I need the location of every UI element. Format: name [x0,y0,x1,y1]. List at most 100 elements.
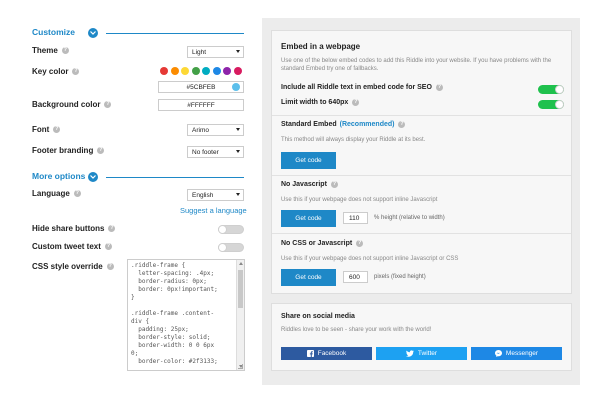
twitter-share-button[interactable]: Twitter [376,347,467,360]
help-icon[interactable]: ? [435,84,443,91]
font-select[interactable]: Arimo [187,124,244,136]
height-percent-input[interactable]: 110 [343,212,368,224]
background-color-label: Background color ? [32,100,112,109]
color-swatch[interactable] [212,67,221,75]
help-icon[interactable]: ? [97,147,105,154]
divider [272,175,571,176]
color-swatch[interactable] [170,67,179,75]
limit-width-label-text: Limit width to 640px [281,99,349,106]
scrollbar-thumb[interactable] [238,270,243,308]
toggle-knob [555,85,564,94]
chevron-down-icon[interactable] [88,172,98,182]
no-css-js-get-code-button[interactable]: Get code [281,269,336,286]
color-swatch[interactable] [191,67,200,75]
embed-title: Embed in a webpage [281,42,361,51]
resize-handle[interactable] [238,364,243,369]
font-label: Font ? [32,125,61,134]
help-icon[interactable]: ? [108,225,116,232]
standard-embed-label-text: Standard Embed [281,121,337,128]
color-swatch[interactable] [160,67,168,75]
custom-tweet-toggle[interactable] [218,243,244,252]
facebook-share-label: Facebook [317,350,347,357]
no-css-js-description: Use this if your webpage does not suppor… [281,256,459,262]
language-select[interactable]: English [187,189,244,201]
facebook-share-button[interactable]: Facebook [281,347,372,360]
limit-width-label: Limit width to 640px ? [281,99,360,106]
suggest-language-link[interactable]: Suggest a language [180,206,247,215]
scroll-up-icon[interactable] [239,262,243,265]
standard-embed-get-code-button[interactable]: Get code [281,152,336,169]
help-icon[interactable]: ? [106,263,114,270]
more-options-section-header[interactable]: More options [32,171,85,181]
language-select-value: English [192,191,214,199]
seo-toggle[interactable] [538,85,564,94]
color-swatch[interactable] [181,67,189,75]
recommended-badge: (Recommended) [339,121,395,128]
fixed-height-input[interactable]: 600 [343,271,368,283]
language-label: Language ? [32,189,81,198]
theme-select-value: Light [192,48,207,56]
background-color-input[interactable]: #FFFFFF [158,99,244,111]
dropdown-arrow-icon [236,150,240,153]
no-javascript-label: No Javascript ? [281,181,338,188]
no-css-js-label-text: No CSS or Javascript [281,240,353,247]
css-override-textarea[interactable]: .riddle-frame { letter-spacing: .4px; bo… [127,259,245,371]
help-icon[interactable]: ? [61,47,69,54]
help-icon[interactable]: ? [352,99,360,106]
help-icon[interactable]: ? [53,126,61,133]
color-swatch[interactable] [223,67,231,75]
toggle-knob [218,225,227,234]
background-color-label-text: Background color [32,100,101,109]
customize-section-header[interactable]: Customize [32,27,75,37]
embed-description: Use one of the below embed codes to add … [281,58,552,72]
divider [272,233,571,234]
color-swatch[interactable] [233,67,242,75]
key-color-label-text: Key color [32,67,69,76]
scrollbar[interactable] [236,260,244,370]
no-javascript-label-text: No Javascript [281,181,327,188]
standard-embed-label: Standard Embed (Recommended) ? [281,121,406,128]
limit-width-toggle[interactable] [538,100,564,109]
seo-option-label: Include all Riddle text in embed code fo… [281,84,443,91]
font-label-text: Font [32,125,50,134]
help-icon[interactable]: ? [72,68,80,75]
key-color-label: Key color ? [32,67,80,76]
no-javascript-description: Use this if your webpage does not suppor… [281,197,438,203]
hide-share-buttons-label: Hide share buttons ? [32,224,116,233]
divider [106,33,244,34]
help-icon[interactable]: ? [356,240,364,247]
custom-tweet-label: Custom tweet text ? [32,242,112,251]
help-icon[interactable]: ? [330,181,338,188]
footer-branding-select[interactable]: No footer [187,146,244,158]
fixed-height-suffix: pixels (fixed height) [374,274,426,280]
custom-tweet-label-text: Custom tweet text [32,242,101,251]
help-icon[interactable]: ? [104,243,112,250]
key-color-value: #5CBFEB [186,83,216,91]
divider [106,177,244,178]
color-swatch[interactable] [202,67,210,75]
help-icon[interactable]: ? [398,121,406,128]
help-icon[interactable]: ? [73,190,81,197]
chevron-down-icon[interactable] [88,28,98,38]
theme-select[interactable]: Light [187,46,244,58]
dropdown-arrow-icon [236,128,240,131]
theme-label-text: Theme [32,46,58,55]
no-javascript-get-code-button[interactable]: Get code [281,210,336,227]
divider [272,115,571,116]
footer-branding-select-value: No footer [192,148,219,156]
hide-share-buttons-label-text: Hide share buttons [32,224,105,233]
theme-label: Theme ? [32,46,69,55]
toggle-knob [555,100,564,109]
css-override-label: CSS style override ? [32,262,114,271]
seo-option-label-text: Include all Riddle text in embed code fo… [281,84,432,91]
more-options-heading: More options [32,171,86,181]
background-color-value: #FFFFFF [187,101,215,109]
hide-share-buttons-toggle[interactable] [218,225,244,234]
dropdown-arrow-icon [236,193,240,196]
font-select-value: Arimo [192,126,209,134]
messenger-share-button[interactable]: Messenger [471,347,562,360]
key-color-preview[interactable] [232,83,240,91]
twitter-share-label: Twitter [417,350,438,357]
share-title: Share on social media [281,313,355,320]
help-icon[interactable]: ? [104,101,112,108]
